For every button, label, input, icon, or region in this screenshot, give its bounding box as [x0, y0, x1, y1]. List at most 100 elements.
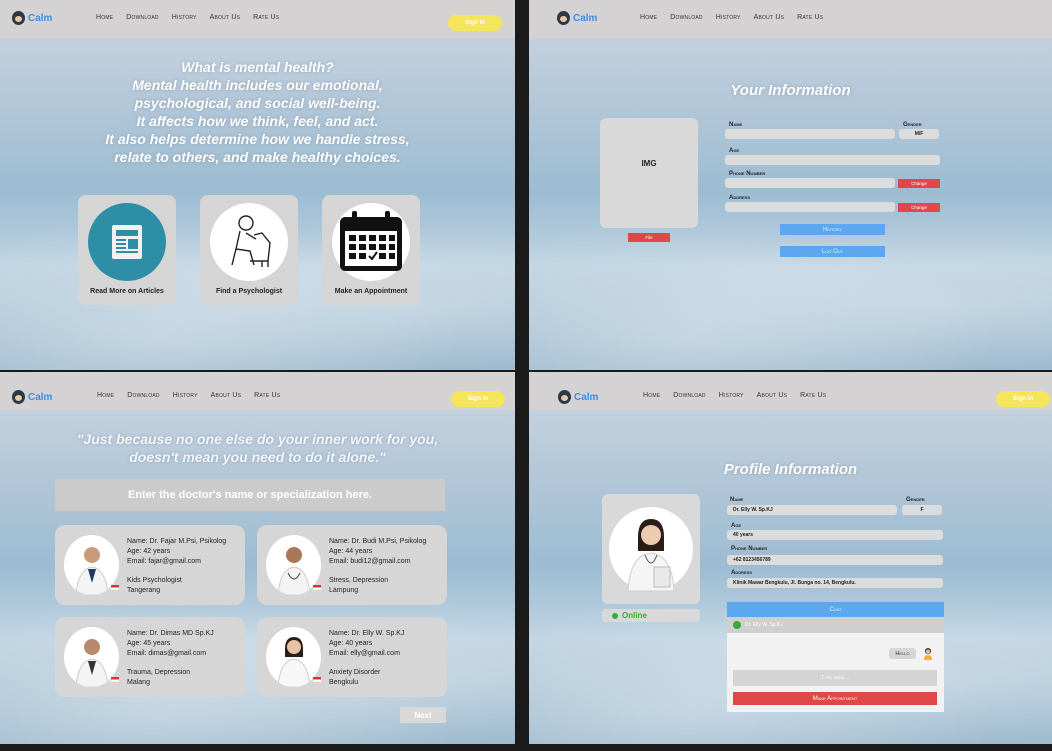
navbar: Calm Home Download History About Us Rate… — [0, 0, 515, 38]
nav-history[interactable]: History — [173, 392, 198, 399]
signin-button[interactable]: Sign In — [448, 15, 502, 31]
online-dot-icon — [733, 621, 741, 629]
appointment-card[interactable]: Make an Appointment — [322, 195, 420, 305]
image-placeholder-text: IMG — [641, 158, 657, 168]
nav-download[interactable]: Download — [127, 392, 160, 399]
user-avatar-icon — [923, 647, 933, 660]
articles-card-label: Read More on Articles — [90, 288, 164, 295]
indonesia-flag-icon — [111, 585, 119, 590]
doctor-email: Email: dimas@gmail.com — [127, 650, 207, 657]
signin-button[interactable]: Sign In — [451, 391, 505, 407]
home-page: Calm Home Download History About Us Rate… — [0, 0, 515, 370]
upload-file-button[interactable]: File — [628, 233, 670, 242]
phone-field[interactable] — [725, 178, 895, 188]
gender-label: Gender — [903, 122, 922, 128]
brand-logo[interactable]: Calm — [557, 11, 597, 25]
nav-about[interactable]: About Us — [210, 14, 241, 21]
navbar: Calm Home Download History About Us Rate… — [529, 0, 1052, 38]
address-value: Klinik Mawar Bengkulu, Jl. Bunga no. 14,… — [727, 578, 943, 588]
psychologist-card[interactable]: Find a Psychologist — [200, 195, 298, 305]
brand-name: Calm — [28, 391, 53, 403]
brand-logo[interactable]: Calm — [558, 390, 598, 404]
doctor-age: Age: 44 years — [329, 548, 373, 555]
doctor-card[interactable]: Name: Dr. Dimas MD Sp.KJ Age: 45 years E… — [55, 617, 245, 697]
nav-links: Home Download History About Us Rate Us — [97, 392, 280, 399]
nav-home[interactable]: Home — [640, 14, 657, 21]
chat-contact[interactable]: Dr. Elly W. Sp.KJ — [727, 617, 944, 633]
brand-logo[interactable]: Calm — [12, 390, 52, 404]
doctor-card[interactable]: Name: Dr. Budi M.Psi, Psikolog Age: 44 y… — [257, 525, 447, 605]
status-dot-icon — [612, 612, 618, 619]
nav-home[interactable]: Home — [643, 392, 660, 399]
nav-home[interactable]: Home — [96, 14, 113, 21]
doctor-info: Name: Dr. Fajar M.Psi, Psikolog Age: 42 … — [127, 537, 226, 596]
signin-button[interactable]: Sign In — [996, 391, 1050, 407]
indonesia-flag-icon — [313, 677, 321, 682]
logout-button[interactable]: Log Out — [780, 246, 885, 257]
nav-history[interactable]: History — [719, 392, 744, 399]
make-appointment-button[interactable]: Make Appointment — [733, 692, 937, 705]
change-address-button[interactable]: Change — [898, 203, 940, 212]
quote-line: doesn't mean you need to do it alone." — [129, 449, 386, 465]
nav-download[interactable]: Download — [126, 14, 159, 21]
nav-history[interactable]: History — [172, 14, 197, 21]
name-field[interactable] — [725, 129, 895, 139]
doctor-info: Name: Dr. Dimas MD Sp.KJ Age: 45 years E… — [127, 629, 214, 688]
brand-logo[interactable]: Calm — [12, 11, 52, 25]
chat-input[interactable]: Type here... — [733, 670, 937, 686]
nav-home[interactable]: Home — [97, 392, 114, 399]
history-button[interactable]: History — [780, 224, 885, 235]
hero-line: It also helps determine how we handle st… — [105, 131, 410, 147]
gender-field[interactable]: M/F — [899, 129, 939, 139]
nav-links: Home Download History About Us Rate Us — [96, 14, 279, 21]
doctor-search-input[interactable]: Enter the doctor's name or specializatio… — [55, 479, 445, 511]
doctor-info: Name: Dr. Elly W. Sp.KJ Age: 40 years Em… — [329, 629, 404, 688]
feature-cards: Read More on Articles Find a Psychologis… — [78, 195, 420, 305]
doctor-email: Email: budi12@gmail.com — [329, 558, 411, 565]
doctor-specialty: Kids Psychologist — [127, 577, 182, 584]
nav-about[interactable]: About Us — [757, 392, 788, 399]
nav-rate[interactable]: Rate Us — [797, 14, 823, 21]
hero-heading: What is mental health? — [181, 59, 334, 75]
doctor-card[interactable]: Name: Dr. Fajar M.Psi, Psikolog Age: 42 … — [55, 525, 245, 605]
age-field[interactable] — [725, 155, 940, 165]
doctor-age: Age: 40 years — [329, 640, 373, 647]
nav-rate[interactable]: Rate Us — [254, 392, 280, 399]
nav-about[interactable]: About Us — [754, 14, 785, 21]
online-status: Online — [602, 609, 700, 622]
name-label: Name — [730, 497, 744, 503]
doctor-specialty: Trauma, Depression — [127, 669, 191, 676]
doctor-city: Tangerang — [127, 587, 161, 594]
nav-download[interactable]: Download — [670, 14, 703, 21]
page-title: Profile Information — [723, 461, 858, 478]
address-label: Address — [729, 195, 751, 201]
age-label: Age — [731, 523, 742, 529]
doctor-specialty: Stress, Depression — [329, 577, 389, 584]
doctor-logo-icon — [557, 11, 570, 25]
navbar: Calm Home Download History About Us Rate… — [529, 372, 1052, 410]
next-button[interactable]: Next — [400, 707, 446, 723]
doctor-city: Lampung — [329, 587, 359, 594]
doctor-card[interactable]: Name: Dr. Elly W. Sp.KJ Age: 40 years Em… — [257, 617, 447, 697]
articles-card[interactable]: Read More on Articles — [78, 195, 176, 305]
nav-history[interactable]: History — [716, 14, 741, 21]
nav-rate[interactable]: Rate Us — [253, 14, 279, 21]
hero-line: psychological, and social well-being. — [134, 95, 381, 111]
brand-name: Calm — [573, 12, 598, 24]
article-icon — [88, 203, 166, 281]
nav-about[interactable]: About Us — [211, 392, 242, 399]
phone-label: Phone Number — [729, 171, 766, 177]
hero-line: relate to others, and make healthy choic… — [114, 149, 401, 165]
nav-download[interactable]: Download — [673, 392, 706, 399]
doctor-specialty: Anxiety Disorder — [329, 669, 381, 676]
chat-contact-name: Dr. Elly W. Sp.KJ — [745, 622, 783, 628]
quote-text: "Just because no one else do your inner … — [0, 430, 515, 466]
address-field[interactable] — [725, 202, 895, 212]
chat-header: Chat — [727, 602, 944, 617]
profile-image-placeholder: IMG — [600, 118, 698, 228]
appointment-card-label: Make an Appointment — [334, 288, 408, 295]
change-phone-button[interactable]: Change — [898, 179, 940, 188]
doctor-profile-page: Calm Home Download History About Us Rate… — [529, 372, 1052, 744]
brand-name: Calm — [574, 391, 599, 403]
nav-rate[interactable]: Rate Us — [800, 392, 826, 399]
